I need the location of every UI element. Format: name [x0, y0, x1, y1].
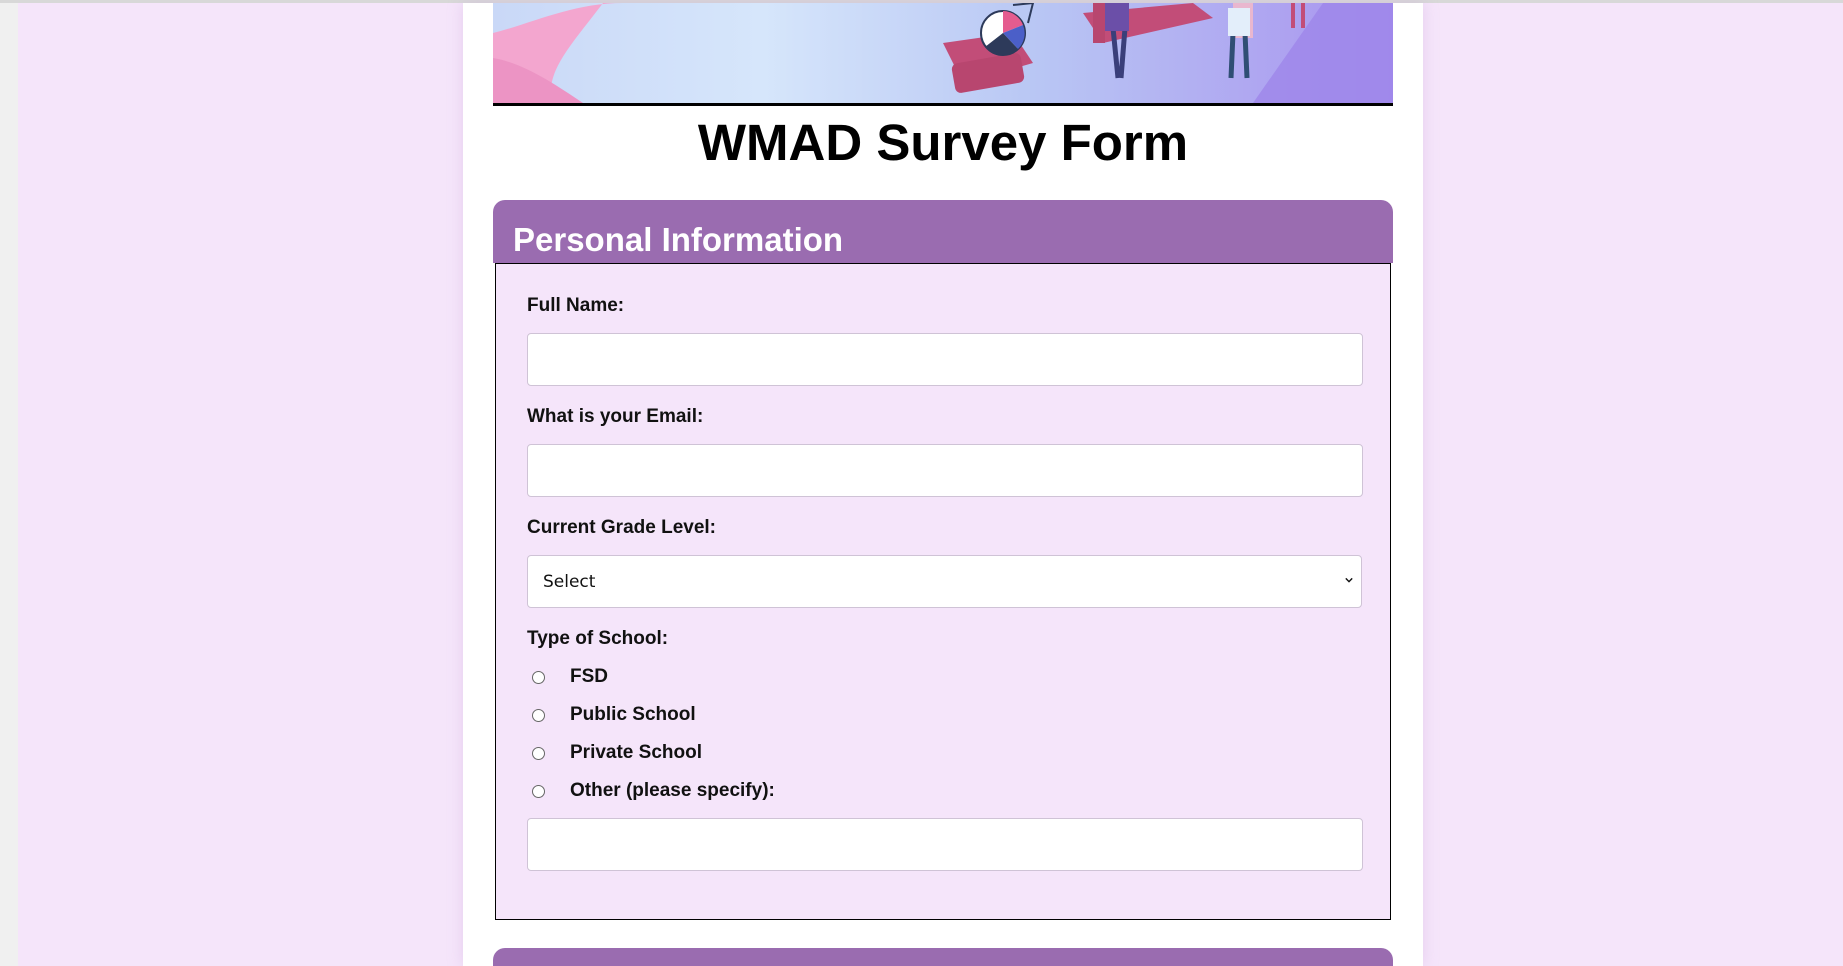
personal-info-header: Personal Information: [493, 200, 1393, 263]
radio-option-other[interactable]: Other (please specify):: [532, 779, 932, 803]
banner-image: [493, 3, 1393, 106]
next-section-header: [493, 948, 1393, 966]
section-title: Personal Information: [513, 221, 844, 258]
radio-button[interactable]: [532, 671, 545, 684]
radio-label: Other (please specify):: [570, 780, 775, 801]
radio-option-private-school[interactable]: Private School: [532, 741, 932, 765]
personal-info-body: Full Name: What is your Email: Current G…: [495, 263, 1391, 920]
other-school-input[interactable]: [527, 818, 1363, 871]
grade-level-selected: Select: [543, 572, 596, 592]
full-name-label: Full Name:: [527, 295, 625, 316]
email-input[interactable]: [527, 444, 1363, 497]
full-name-input[interactable]: [527, 333, 1363, 386]
radio-option-public-school[interactable]: Public School: [532, 703, 932, 727]
chevron-down-icon: [1345, 577, 1353, 583]
banner-illustration: [493, 3, 1393, 103]
page-title: WMAD Survey Form: [697, 114, 1189, 171]
radio-button[interactable]: [532, 747, 545, 760]
radio-label: FSD: [570, 666, 608, 687]
school-type-label: Type of School:: [527, 628, 669, 649]
radio-button[interactable]: [532, 709, 545, 722]
grade-level-label: Current Grade Level:: [527, 517, 716, 538]
radio-label: Private School: [570, 742, 702, 763]
grade-level-select[interactable]: Select: [527, 555, 1362, 608]
form-container: WMAD Survey Form Personal Information Fu…: [463, 3, 1423, 966]
radio-button[interactable]: [532, 785, 545, 798]
email-label: What is your Email:: [527, 406, 704, 427]
radio-option-fsd[interactable]: FSD: [532, 665, 932, 689]
radio-label: Public School: [570, 704, 696, 725]
